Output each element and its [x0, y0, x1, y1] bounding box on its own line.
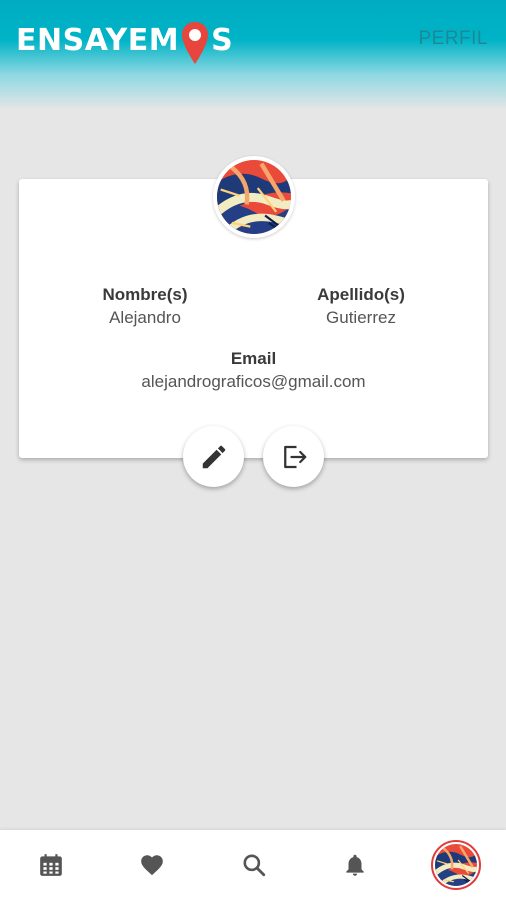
- avatar-image-small: [435, 844, 477, 886]
- nav-favorites[interactable]: [122, 830, 182, 900]
- nav-search[interactable]: [224, 830, 284, 900]
- lastname-label: Apellido(s): [317, 285, 405, 304]
- bottom-navigation: [0, 830, 506, 900]
- search-icon: [243, 854, 266, 877]
- email-field: Email alejandrograficos@gmail.com: [19, 349, 488, 392]
- name-value: Alejandro: [109, 308, 181, 327]
- map-pin-icon: [182, 22, 209, 64]
- logout-button[interactable]: [263, 426, 324, 487]
- email-value: alejandrograficos@gmail.com: [141, 372, 366, 391]
- page-title: PERFIL: [418, 28, 488, 49]
- pencil-icon: [202, 445, 225, 468]
- calendar-icon: [40, 854, 62, 876]
- logo-text-left: ENSAYEM: [16, 23, 180, 58]
- name-field: Nombre(s) Alejandro: [55, 285, 235, 328]
- profile-avatar[interactable]: [213, 156, 295, 238]
- lastname-value: Gutierrez: [326, 308, 396, 327]
- app-header: ENSAYEM S PERFIL: [0, 0, 506, 110]
- avatar: [431, 840, 481, 890]
- bell-icon: [346, 854, 364, 876]
- nav-notifications[interactable]: [325, 830, 385, 900]
- heart-icon: [141, 855, 163, 876]
- edit-profile-button[interactable]: [183, 426, 244, 487]
- nav-calendar[interactable]: [21, 830, 81, 900]
- nav-profile[interactable]: [426, 830, 486, 900]
- lastname-field: Apellido(s) Gutierrez: [271, 285, 451, 328]
- avatar-image: [217, 160, 291, 234]
- app-logo[interactable]: ENSAYEM S: [16, 22, 233, 68]
- name-label: Nombre(s): [102, 285, 188, 304]
- logo-text-right: S: [211, 23, 234, 58]
- logout-icon: [283, 445, 306, 468]
- email-label: Email: [230, 349, 277, 368]
